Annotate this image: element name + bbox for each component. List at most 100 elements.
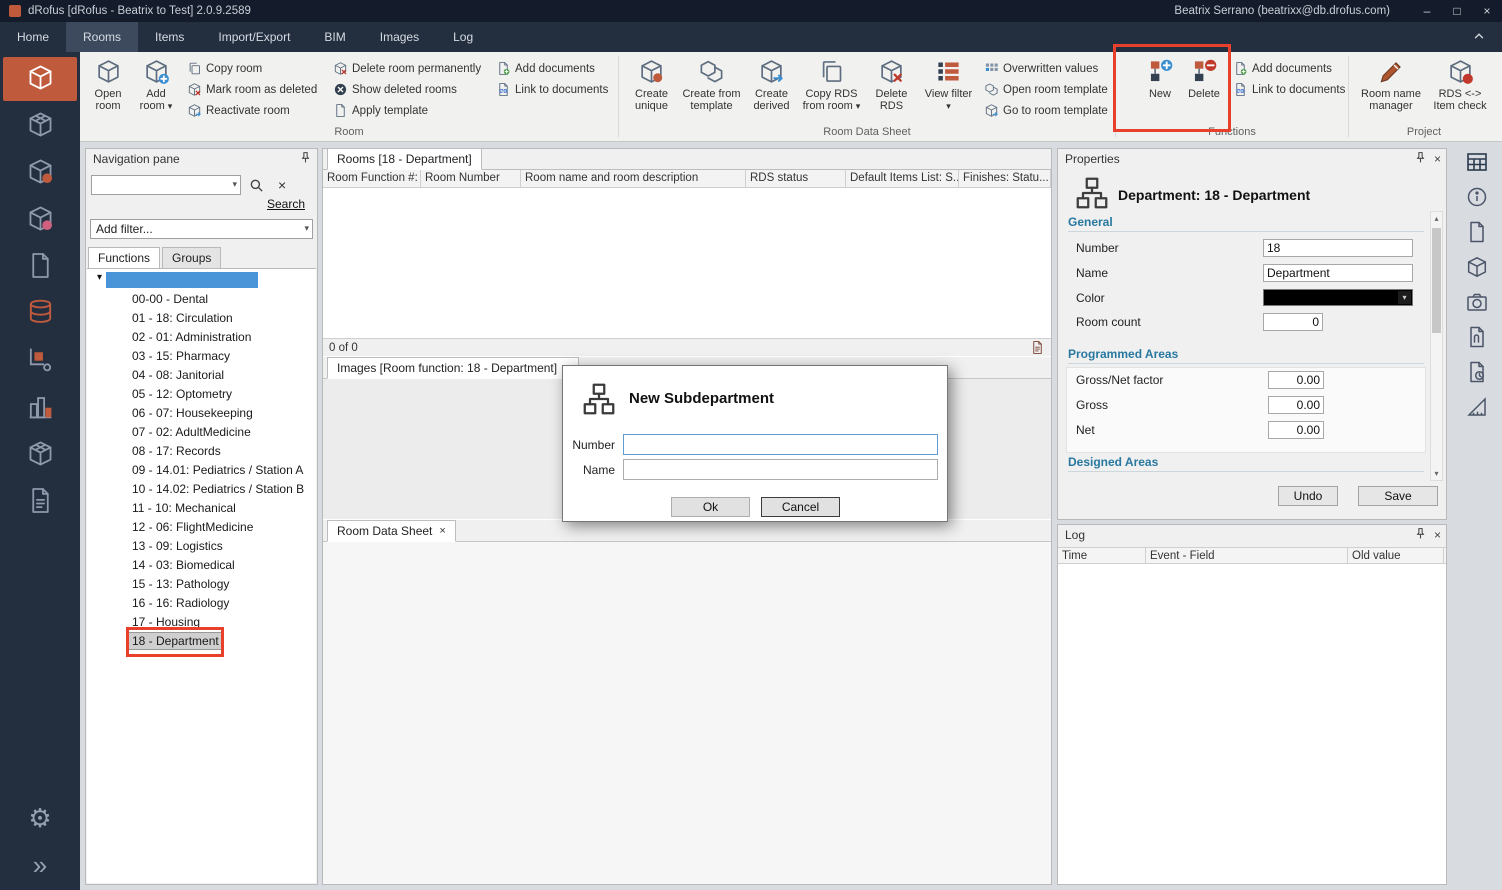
pin-icon[interactable]: [1414, 527, 1427, 543]
history-panel-icon[interactable]: [1465, 360, 1489, 384]
reactivate-room-button[interactable]: Reactivate room: [187, 103, 319, 118]
log-column-header[interactable]: Event - Field: [1146, 548, 1348, 563]
book-icon[interactable]: [1030, 340, 1045, 355]
add-room-button[interactable]: Add room ▾: [133, 54, 179, 112]
attachment-panel-icon[interactable]: [1465, 325, 1489, 349]
tree-item-function[interactable]: 01 - 18: Circulation: [87, 309, 316, 328]
rooms-column-header[interactable]: Room name and room description: [521, 170, 746, 187]
create-derived-button[interactable]: Create derived: [744, 54, 799, 112]
sidebar-item-buildings[interactable]: [3, 386, 77, 430]
tree-item-function[interactable]: 08 - 17: Records: [87, 442, 316, 461]
room-name-manager-button[interactable]: Room name manager: [1357, 54, 1425, 112]
tree-item-function[interactable]: 05 - 12: Optometry: [87, 385, 316, 404]
scrollbar-thumb[interactable]: [1432, 228, 1441, 333]
tree-item-function[interactable]: 03 - 15: Pharmacy: [87, 347, 316, 366]
table-panel-icon[interactable]: [1465, 150, 1489, 174]
log-column-header[interactable]: Old value: [1348, 548, 1444, 563]
properties-scrollbar[interactable]: ▴ ▾: [1430, 211, 1443, 481]
link-documents-button[interactable]: Link to documents: [496, 82, 604, 97]
tree-item-function[interactable]: 12 - 06: FlightMedicine: [87, 518, 316, 537]
sidebar-item-items[interactable]: [3, 151, 77, 195]
tree-item-function[interactable]: 02 - 01: Administration: [87, 328, 316, 347]
number-input[interactable]: [623, 434, 938, 455]
copy-room-button[interactable]: Copy room: [187, 61, 319, 76]
sidebar-item-room-list[interactable]: [3, 104, 77, 148]
show-deleted-rooms-button[interactable]: Show deleted rooms: [333, 82, 482, 97]
pin-icon[interactable]: [299, 151, 312, 167]
open-room-template-button[interactable]: Open room template: [984, 82, 1106, 97]
create-from-template-button[interactable]: Create from template: [681, 54, 742, 112]
mark-room-deleted-button[interactable]: Mark room as deleted: [187, 82, 319, 97]
camera-panel-icon[interactable]: [1465, 290, 1489, 314]
rooms-column-header[interactable]: Default Items List: S...: [846, 170, 959, 187]
tab-home[interactable]: Home: [0, 22, 66, 52]
sidebar-item-data[interactable]: [3, 292, 77, 336]
room-data-sheet-tab[interactable]: Room Data Sheet×: [327, 520, 456, 542]
close-panel-icon[interactable]: ×: [1434, 153, 1441, 165]
tree-item-function[interactable]: 09 - 14.01: Pediatrics / Station A: [87, 461, 316, 480]
sidebar-settings[interactable]: ⚙: [3, 796, 77, 840]
rooms-column-header[interactable]: Finishes: Statu...: [959, 170, 1051, 187]
sidebar-item-documents[interactable]: [3, 245, 77, 289]
pin-icon[interactable]: [1414, 151, 1427, 167]
maximize-button[interactable]: □: [1442, 0, 1472, 22]
close-button[interactable]: ×: [1472, 0, 1502, 22]
save-button[interactable]: Save: [1358, 486, 1438, 506]
tree-item-function[interactable]: 06 - 07: Housekeeping: [87, 404, 316, 423]
tree-root[interactable]: ▾: [87, 269, 316, 290]
rooms-tab[interactable]: Rooms [18 - Department]: [327, 148, 482, 170]
tree-item-function[interactable]: 07 - 02: AdultMedicine: [87, 423, 316, 442]
sidebar-expand[interactable]: »: [3, 843, 77, 887]
copy-rds-button[interactable]: Copy RDS from room ▾: [801, 54, 862, 112]
room-count-field[interactable]: [1263, 313, 1323, 331]
tab-groups[interactable]: Groups: [162, 247, 221, 268]
name-input[interactable]: [623, 459, 938, 480]
rooms-column-header[interactable]: RDS status: [746, 170, 846, 187]
tree-item-function[interactable]: 13 - 09: Logistics: [87, 537, 316, 556]
tab-rooms[interactable]: Rooms: [66, 22, 138, 52]
clear-search-icon[interactable]: ×: [278, 177, 286, 193]
tree-item-function[interactable]: 16 - 16: Radiology: [87, 594, 316, 613]
sidebar-item-rooms[interactable]: [3, 57, 77, 101]
info-panel-icon[interactable]: [1465, 185, 1489, 209]
delete-rds-button[interactable]: Delete RDS: [864, 54, 919, 112]
tab-log[interactable]: Log: [436, 22, 490, 52]
number-field[interactable]: [1263, 239, 1413, 257]
tab-bim[interactable]: BIM: [307, 22, 362, 52]
add-filter-dropdown[interactable]: Add filter... ▾: [90, 219, 313, 239]
close-tab-icon[interactable]: ×: [439, 525, 445, 537]
tab-functions[interactable]: Functions: [88, 247, 160, 268]
rds-item-check-button[interactable]: RDS <-> Item check: [1427, 54, 1493, 112]
tree-item-function[interactable]: 04 - 08: Janitorial: [87, 366, 316, 385]
cancel-button[interactable]: Cancel: [761, 497, 840, 517]
log-grid-body[interactable]: [1058, 564, 1446, 884]
document-panel-icon[interactable]: [1465, 220, 1489, 244]
log-column-header[interactable]: Time: [1058, 548, 1146, 563]
color-picker[interactable]: ▾: [1263, 289, 1413, 306]
sidebar-item-packages[interactable]: [3, 433, 77, 477]
create-unique-button[interactable]: Create unique: [624, 54, 679, 112]
minimize-button[interactable]: –: [1412, 0, 1442, 22]
functions-add-documents-button[interactable]: Add documents: [1233, 61, 1339, 76]
rooms-column-header[interactable]: Room Number: [421, 170, 521, 187]
tree-item-function[interactable]: 11 - 10: Mechanical: [87, 499, 316, 518]
functions-link-documents-button[interactable]: Link to documents: [1233, 82, 1339, 97]
name-field[interactable]: [1263, 264, 1413, 282]
overwritten-values-button[interactable]: Overwritten values: [984, 61, 1106, 76]
view-filter-button[interactable]: View filter ▾: [921, 54, 976, 112]
undo-button[interactable]: Undo: [1278, 486, 1338, 506]
goto-room-template-button[interactable]: Go to room template: [984, 103, 1106, 118]
delete-room-permanently-button[interactable]: Delete room permanently: [333, 61, 482, 76]
add-documents-button[interactable]: Add documents: [496, 61, 604, 76]
images-tab[interactable]: Images [Room function: 18 - Department]▾: [327, 357, 579, 379]
tree-item-function[interactable]: 15 - 13: Pathology: [87, 575, 316, 594]
gross-net-field[interactable]: [1268, 371, 1324, 389]
close-panel-icon[interactable]: ×: [1434, 529, 1441, 541]
open-room-button[interactable]: Open room: [85, 54, 131, 112]
tree-item-function[interactable]: 10 - 14.02: Pediatrics / Station B: [87, 480, 316, 499]
tab-import-export[interactable]: Import/Export: [201, 22, 307, 52]
gross-field[interactable]: [1268, 396, 1324, 414]
search-input[interactable]: ▾: [91, 175, 241, 195]
collapse-ribbon-icon[interactable]: [1472, 22, 1488, 52]
tree-item-function[interactable]: 00-00 - Dental: [87, 290, 316, 309]
